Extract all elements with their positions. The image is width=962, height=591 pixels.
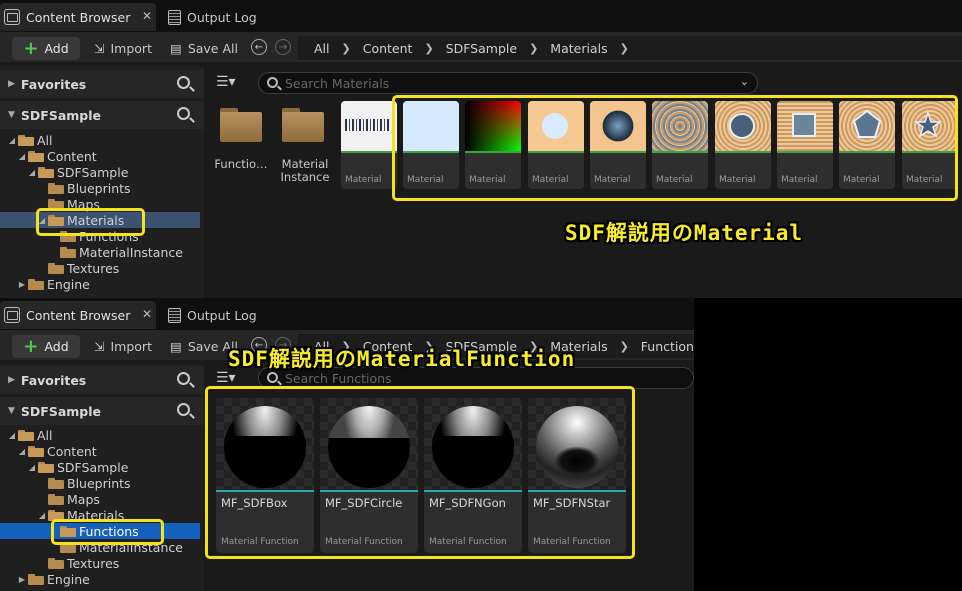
chevron-right-icon: ❯: [619, 41, 629, 55]
tree-item-blueprints[interactable]: Blueprints: [0, 180, 200, 196]
import-label: Import: [110, 41, 152, 56]
search-icon[interactable]: [177, 107, 190, 120]
chevron-right-icon: ❯: [424, 41, 434, 55]
search-icon: [267, 77, 278, 88]
tree-item-textures[interactable]: Textures: [0, 260, 200, 276]
filter-icon[interactable]: ☰▾: [216, 74, 246, 94]
highlight-box: [392, 95, 958, 201]
tree-item-textures[interactable]: Textures: [0, 555, 200, 571]
log-icon: [168, 9, 181, 25]
add-label: Add: [44, 339, 69, 354]
import-icon: ⇲: [94, 339, 105, 354]
tab-label: Content Browser: [26, 307, 131, 323]
back-button[interactable]: ←: [251, 39, 267, 55]
breadcrumb-item[interactable]: Materials: [544, 41, 613, 56]
save-icon: ▤: [170, 339, 182, 354]
tab-output-log[interactable]: Output Log: [164, 3, 284, 31]
chevron-right-icon: ❯: [341, 41, 351, 55]
import-label: Import: [110, 339, 152, 354]
breadcrumb-item[interactable]: SDFSample: [440, 41, 523, 56]
import-button[interactable]: ⇲ Import: [94, 335, 152, 358]
folder-icon[interactable]: [220, 108, 262, 142]
search-icon: [267, 372, 278, 383]
tree-item-engine[interactable]: ▶ Engine: [0, 571, 200, 587]
breadcrumb-item[interactable]: Functions: [635, 339, 694, 354]
add-button[interactable]: + Add: [12, 335, 80, 358]
plus-icon: +: [23, 37, 39, 59]
save-all-button[interactable]: ▤ Save All: [170, 37, 238, 60]
tree-item-sdfsample[interactable]: ◢ SDFSample: [0, 164, 200, 180]
breadcrumb: All ❯ Content ❯ SDFSample ❯ Materials ❯: [298, 36, 962, 60]
plus-icon: +: [23, 335, 39, 357]
material-tile[interactable]: Material: [341, 101, 397, 189]
sdfsample-header[interactable]: ▼ SDFSample: [0, 397, 204, 425]
chevron-right-icon: ❯: [619, 339, 629, 353]
tab-bar: Content Browser ✕ Output Log: [0, 0, 962, 32]
search-input[interactable]: Search Materials ⌄: [258, 72, 758, 94]
expand-icon: ▶: [8, 79, 15, 89]
highlight-box: [205, 386, 635, 559]
collapse-icon: ▼: [8, 406, 15, 416]
tab-output-log[interactable]: Output Log: [164, 301, 284, 329]
favorites-label: Favorites: [20, 372, 87, 388]
expand-icon: ▶: [8, 375, 15, 385]
content-browser-materials: Content Browser ✕ Output Log + Add ⇲ Impor…: [0, 0, 962, 298]
favorites-label: Favorites: [20, 76, 87, 92]
material-thumbnail: [341, 101, 397, 151]
content-browser-functions: Content Browser ✕ Output Log + Add ⇲ Impor…: [0, 298, 694, 591]
sdfsample-header[interactable]: ▼ SDFSample: [0, 101, 204, 129]
forward-button[interactable]: →: [275, 39, 291, 55]
collapse-icon: ▼: [8, 110, 15, 120]
tree-item-blueprints[interactable]: Blueprints: [0, 475, 200, 491]
favorites-header[interactable]: ▶ Favorites: [0, 366, 204, 394]
close-icon[interactable]: ✕: [142, 307, 152, 321]
tree-item-sdfsample[interactable]: ◢ SDFSample: [0, 459, 200, 475]
root-label: SDFSample: [20, 403, 102, 419]
tree-item-all[interactable]: ◢ All: [0, 132, 200, 148]
import-button[interactable]: ⇲ Import: [94, 37, 152, 60]
tree-item-engine[interactable]: ▶ Engine: [0, 276, 200, 292]
favorites-header[interactable]: ▶ Favorites: [0, 70, 204, 98]
breadcrumb-item[interactable]: Content: [357, 41, 419, 56]
tree-item-maps[interactable]: Maps: [0, 491, 200, 507]
annotation-text: SDF解説用のMaterialFunction: [228, 347, 576, 371]
folder-label-material-instance[interactable]: Material Instance: [275, 158, 335, 184]
tab-content-browser[interactable]: Content Browser ✕: [0, 3, 156, 31]
tree-item-content[interactable]: ◢ Content: [0, 443, 200, 459]
root-label: SDFSample: [20, 107, 102, 123]
tab-content-browser[interactable]: Content Browser ✕: [0, 301, 156, 329]
search-placeholder: Search Materials: [285, 75, 390, 91]
search-icon[interactable]: [177, 76, 190, 89]
highlight-box: [51, 519, 164, 545]
tree-item-all[interactable]: ◢ All: [0, 427, 200, 443]
annotation-text: SDF解説用のMaterial: [565, 221, 804, 245]
close-icon[interactable]: ✕: [142, 9, 152, 23]
breadcrumb-item[interactable]: All: [308, 41, 336, 56]
save-icon: ▤: [170, 41, 182, 56]
tab-bar: Content Browser ✕ Output Log: [0, 298, 694, 330]
tab-label: Output Log: [187, 9, 257, 25]
chevron-down-icon[interactable]: ⌄: [740, 75, 749, 88]
tab-label: Output Log: [187, 307, 257, 323]
highlight-box: [36, 208, 145, 236]
search-icon[interactable]: [177, 403, 190, 416]
tree-item-materialinstance[interactable]: MaterialInstance: [0, 244, 200, 260]
folder-label-functions[interactable]: Functio…: [211, 158, 271, 171]
folder-icon[interactable]: [282, 108, 324, 142]
add-button[interactable]: + Add: [12, 37, 80, 60]
content-browser-icon: [4, 9, 20, 25]
search-icon[interactable]: [177, 372, 190, 385]
toolbar: + Add ⇲ Import ▤ Save All ← → All ❯ Content ❯…: [0, 32, 962, 62]
tree-item-content[interactable]: ◢ Content: [0, 148, 200, 164]
import-icon: ⇲: [94, 41, 105, 56]
content-browser-icon: [4, 307, 20, 323]
chevron-right-icon: ❯: [529, 41, 539, 55]
add-label: Add: [44, 41, 69, 56]
log-icon: [168, 307, 181, 323]
save-all-label: Save All: [187, 41, 238, 56]
tab-label: Content Browser: [26, 9, 131, 25]
